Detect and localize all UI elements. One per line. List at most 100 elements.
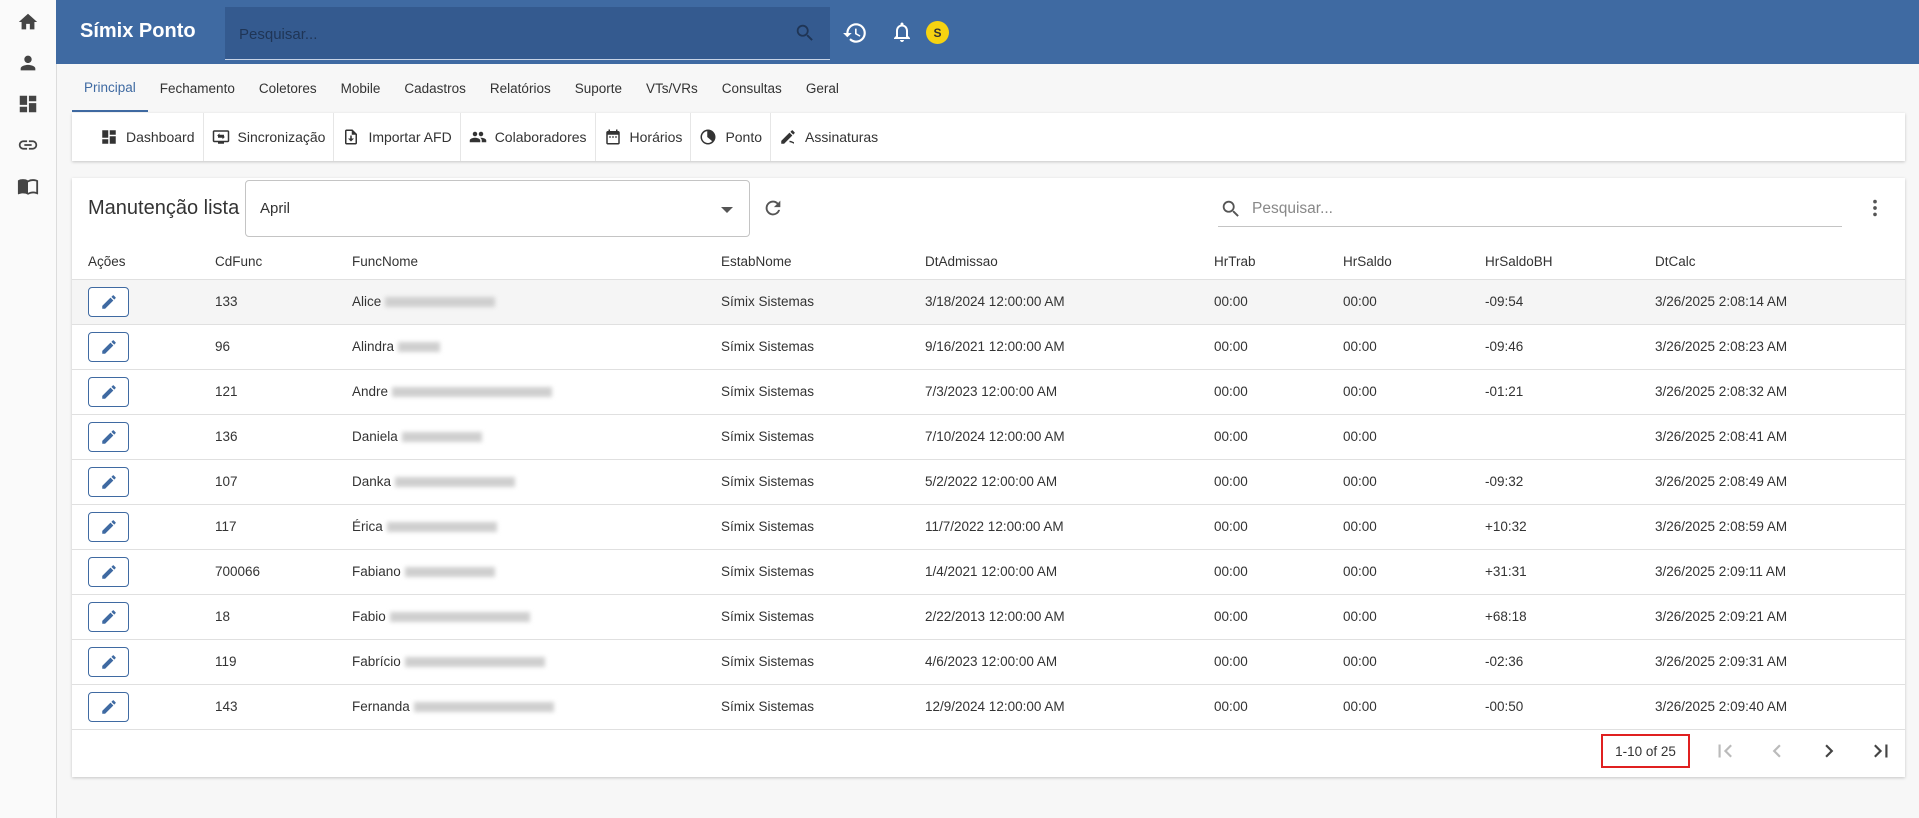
table-row[interactable]: 107 Danka Símix Sistemas 5/2/2022 12:00:00 … bbox=[72, 460, 1905, 505]
cell-estab-text: Símix Sistemas bbox=[721, 474, 815, 489]
cell-saldo: 00:00 bbox=[1343, 384, 1377, 399]
table-row[interactable]: 136 Daniela Símix Sistemas 7/10/2024 12:00:… bbox=[72, 415, 1905, 460]
tab-relatorios[interactable]: Relatórios bbox=[478, 64, 563, 112]
cell-calc-text: 3/26/2025 2:09:21 AM bbox=[1655, 609, 1788, 624]
cell-adm-text: 9/16/2021 12:00:00 AM bbox=[925, 339, 1065, 354]
column-header[interactable]: HrTrab bbox=[1214, 254, 1256, 269]
global-search[interactable] bbox=[225, 7, 830, 62]
column-header[interactable]: HrSaldo bbox=[1343, 254, 1392, 269]
edit-button[interactable] bbox=[88, 602, 129, 632]
column-header[interactable]: DtAdmissao bbox=[925, 254, 998, 269]
table-row[interactable]: 119 Fabrício Símix Sistemas 4/6/2023 12:00:… bbox=[72, 640, 1905, 685]
table-row[interactable]: 18 Fabio Símix Sistemas 2/22/2013 12:00:00 … bbox=[72, 595, 1905, 640]
tab-geral[interactable]: Geral bbox=[794, 64, 851, 112]
cell-estab-text: Símix Sistemas bbox=[721, 564, 815, 579]
refresh-icon[interactable] bbox=[762, 197, 784, 219]
edit-button[interactable] bbox=[88, 557, 129, 587]
tab-suporte[interactable]: Suporte bbox=[563, 64, 634, 112]
edit-button[interactable] bbox=[88, 512, 129, 542]
tab-consultas[interactable]: Consultas bbox=[710, 64, 794, 112]
column-header[interactable]: DtCalc bbox=[1655, 254, 1696, 269]
toolbar-assinaturas-label: Assinaturas bbox=[805, 129, 879, 145]
cell-saldo-text: 00:00 bbox=[1343, 609, 1377, 624]
toolbar-colaboradores[interactable]: Colaboradores bbox=[461, 113, 596, 161]
tab-coletores[interactable]: Coletores bbox=[247, 64, 329, 112]
tab-fechamento[interactable]: Fechamento bbox=[148, 64, 247, 112]
toolbar-assinaturas[interactable]: Assinaturas bbox=[771, 113, 886, 161]
column-header[interactable]: FuncNome bbox=[352, 254, 418, 269]
search-icon[interactable] bbox=[794, 22, 816, 44]
link-icon[interactable] bbox=[0, 125, 56, 165]
tab-principal[interactable]: Principal bbox=[72, 64, 148, 112]
more-vert-icon[interactable] bbox=[1864, 197, 1886, 219]
cell-calc: 3/26/2025 2:08:23 AM bbox=[1655, 339, 1787, 354]
cell-nome: Alindra bbox=[352, 339, 441, 354]
table-row[interactable]: 96 Alindra Símix Sistemas 9/16/2021 12:00:0… bbox=[72, 325, 1905, 370]
cell-adm: 4/6/2023 12:00:00 AM bbox=[925, 654, 1057, 669]
column-header[interactable]: CdFunc bbox=[215, 254, 262, 269]
cell-estab-text: Símix Sistemas bbox=[721, 519, 815, 534]
history-icon[interactable] bbox=[842, 20, 868, 46]
book-icon[interactable] bbox=[0, 166, 56, 206]
column-header[interactable]: HrSaldoBH bbox=[1485, 254, 1553, 269]
cell-adm: 12/9/2024 12:00:00 AM bbox=[925, 699, 1065, 714]
cell-trab: 00:00 bbox=[1214, 474, 1248, 489]
table-row[interactable]: 117 Érica Símix Sistemas 11/7/2022 12:00:00… bbox=[72, 505, 1905, 550]
cell-nome-text: Fernanda bbox=[352, 699, 410, 714]
cell-nome: Fernanda bbox=[352, 699, 554, 714]
pagination: 1-10 of 25 bbox=[72, 725, 1905, 777]
cell-estab: Símix Sistemas bbox=[721, 519, 814, 534]
cell-trab-text: 00:00 bbox=[1214, 294, 1248, 309]
table-search[interactable] bbox=[1218, 191, 1842, 227]
cell-nome-text: Daniela bbox=[352, 429, 398, 444]
edit-button[interactable] bbox=[88, 377, 129, 407]
column-header[interactable]: Ações bbox=[88, 254, 126, 269]
column-header[interactable]: EstabNome bbox=[721, 254, 792, 269]
cell-nome: Érica bbox=[352, 519, 497, 534]
cell-bh-text: -09:46 bbox=[1485, 339, 1524, 354]
notifications-icon[interactable] bbox=[890, 20, 914, 44]
redacted-surname bbox=[385, 297, 496, 308]
edit-button[interactable] bbox=[88, 422, 129, 452]
global-search-input[interactable] bbox=[237, 7, 781, 62]
tab-mobile[interactable]: Mobile bbox=[329, 64, 393, 112]
table-row[interactable]: 133 Alice Símix Sistemas 3/18/2024 12:00:00… bbox=[72, 280, 1905, 325]
toolbar-sincronizacao[interactable]: Sincronização bbox=[204, 113, 335, 161]
toolbar-importar-afd[interactable]: Importar AFD bbox=[334, 113, 461, 161]
cell-saldo: 00:00 bbox=[1343, 474, 1377, 489]
toolbar-horarios[interactable]: Horários bbox=[596, 113, 692, 161]
month-select[interactable]: April bbox=[245, 180, 750, 237]
dashboard-icon[interactable] bbox=[0, 84, 56, 124]
table-row[interactable]: 143 Fernanda Símix Sistemas 12/9/2024 12:00… bbox=[72, 685, 1905, 730]
toolbar-dashboard[interactable]: Dashboard bbox=[72, 113, 204, 161]
tab-vts-vrs[interactable]: VTs/VRs bbox=[634, 64, 710, 112]
cell-calc: 3/26/2025 2:08:41 AM bbox=[1655, 429, 1787, 444]
cell-nome-text: Fabiano bbox=[352, 564, 401, 579]
pencil-icon bbox=[101, 295, 116, 309]
cell-adm-text: 3/18/2024 12:00:00 AM bbox=[925, 294, 1065, 309]
home-icon[interactable] bbox=[0, 2, 56, 42]
data-grid: Ações CdFunc FuncNome EstabNome DtAdmiss… bbox=[72, 244, 1905, 730]
edit-button[interactable] bbox=[88, 332, 129, 362]
cell-bh-text: -09:54 bbox=[1485, 294, 1524, 309]
table-row[interactable]: 121 Andre Símix Sistemas 7/3/2023 12:00:00 … bbox=[72, 370, 1905, 415]
table-search-input[interactable] bbox=[1250, 191, 1834, 227]
next-page-icon[interactable] bbox=[1816, 738, 1842, 764]
toolbar-ponto[interactable]: Ponto bbox=[691, 113, 772, 161]
cell-cd: 136 bbox=[215, 429, 238, 444]
edit-button[interactable] bbox=[88, 467, 129, 497]
tab-cadastros[interactable]: Cadastros bbox=[392, 64, 478, 112]
prev-page-icon[interactable] bbox=[1764, 738, 1790, 764]
first-page-icon[interactable] bbox=[1712, 738, 1738, 764]
section-toolbar: Dashboard Sincronização Importar AFD Col… bbox=[72, 113, 1905, 161]
edit-button[interactable] bbox=[88, 692, 129, 722]
cell-trab: 00:00 bbox=[1214, 519, 1248, 534]
cell-bh-text: -09:32 bbox=[1485, 474, 1524, 489]
table-row[interactable]: 700066 Fabiano Símix Sistemas 1/4/2021 12:0… bbox=[72, 550, 1905, 595]
edit-button[interactable] bbox=[88, 287, 129, 317]
cell-cd: 107 bbox=[215, 474, 238, 489]
person-icon[interactable] bbox=[0, 43, 56, 83]
avatar[interactable]: S bbox=[926, 21, 949, 44]
last-page-icon[interactable] bbox=[1868, 738, 1894, 764]
edit-button[interactable] bbox=[88, 647, 129, 677]
